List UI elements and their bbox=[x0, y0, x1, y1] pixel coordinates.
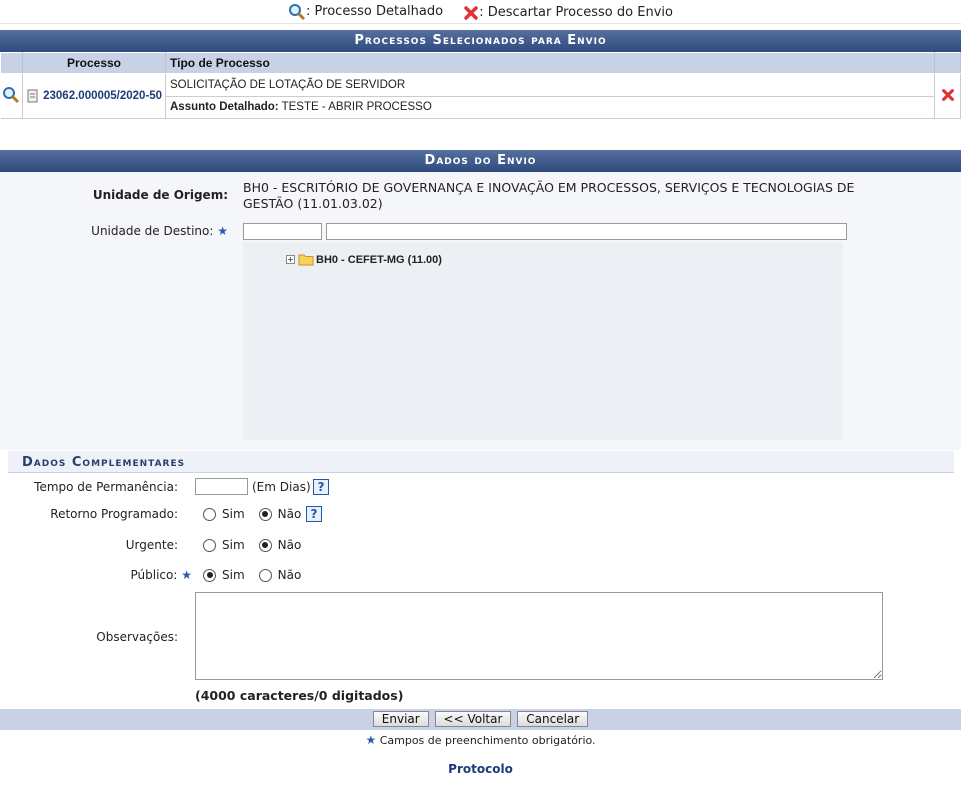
urgente-label: Urgente: bbox=[125, 538, 178, 552]
publico-label: Público: ★ bbox=[8, 568, 193, 582]
document-icon bbox=[27, 89, 38, 103]
process-type-cell: SOLICITAÇÃO DE LOTAÇÃO DE SERVIDOR bbox=[165, 73, 935, 97]
publico-nao-label: Não bbox=[277, 568, 302, 582]
cancelar-button[interactable]: Cancelar bbox=[517, 711, 589, 727]
unit-tree-panel: + BH0 - CEFET-MG (11.00) bbox=[243, 242, 843, 440]
retorno-nao-label: Não bbox=[277, 507, 302, 521]
urgente-options: Sim Não bbox=[203, 538, 301, 552]
red-x-icon bbox=[464, 6, 478, 20]
publico-options: Sim Não bbox=[203, 568, 301, 582]
help-icon[interactable]: ? bbox=[313, 479, 329, 495]
col-processo: Processo bbox=[22, 52, 166, 74]
retorno-label: Retorno Programado: bbox=[50, 507, 178, 521]
header-spacer-right bbox=[934, 52, 961, 74]
urgente-nao-radio[interactable] bbox=[258, 538, 272, 552]
required-note-text: Campos de preenchimento obrigatório. bbox=[379, 734, 596, 747]
destino-label-text: Unidade de Destino: bbox=[91, 224, 214, 238]
legend-detail: : Processo Detalhado bbox=[288, 0, 443, 24]
retorno-sim-radio[interactable] bbox=[203, 507, 216, 521]
tempo-unit: (Em Dias) bbox=[252, 480, 311, 494]
destino-label: Unidade de Destino: ★ bbox=[60, 224, 228, 238]
tree-node-label: BH0 - CEFET-MG (11.00) bbox=[316, 253, 442, 266]
complementares-title: Dados Complementares bbox=[22, 455, 186, 470]
protocolo-link[interactable]: Protocolo bbox=[448, 762, 513, 776]
obs-textarea[interactable] bbox=[195, 592, 883, 680]
urgente-sim-radio[interactable] bbox=[203, 538, 216, 552]
required-star-icon: ★ bbox=[365, 733, 377, 747]
destino-code-input[interactable] bbox=[243, 223, 322, 240]
urgente-sim-label: Sim bbox=[222, 538, 245, 552]
table-header-row: Processo Tipo de Processo bbox=[0, 52, 961, 74]
col-tipo: Tipo de Processo bbox=[165, 52, 935, 74]
magnifier-icon[interactable] bbox=[2, 86, 20, 104]
required-note: ★ Campos de preenchimento obrigatório. bbox=[0, 733, 961, 747]
detail-cell bbox=[0, 73, 23, 119]
header-spacer bbox=[0, 52, 23, 74]
origem-value: BH0 - ESCRITÓRIO DE GOVERNANÇA E INOVAÇÃ… bbox=[243, 180, 855, 211]
subject-value: TESTE - ABRIR PROCESSO bbox=[278, 101, 432, 114]
obs-label: Observações: bbox=[96, 630, 178, 644]
publico-sim-label: Sim bbox=[222, 568, 245, 582]
enviar-button[interactable]: Enviar bbox=[372, 711, 429, 727]
retorno-sim-label: Sim bbox=[222, 507, 245, 521]
table-row: 23062.000005/2020-50 SOLICITAÇÃO DE LOTA… bbox=[0, 73, 961, 119]
footer: Protocolo bbox=[0, 762, 961, 776]
publico-sim-radio[interactable] bbox=[203, 568, 216, 582]
envio-header: Dados do Envio bbox=[0, 150, 961, 172]
process-number-cell: 23062.000005/2020-50 bbox=[22, 73, 166, 119]
tempo-input[interactable] bbox=[195, 478, 248, 495]
retorno-nao-radio[interactable] bbox=[258, 507, 272, 521]
legend-discard-label: : Descartar Processo do Envio bbox=[479, 5, 673, 20]
folder-icon bbox=[298, 254, 314, 266]
voltar-button[interactable]: << Voltar bbox=[434, 711, 512, 727]
red-x-icon[interactable] bbox=[941, 88, 955, 102]
subject-label: Assunto Detalhado: bbox=[170, 101, 279, 114]
tree-node[interactable]: + BH0 - CEFET-MG (11.00) bbox=[286, 253, 442, 266]
help-icon[interactable]: ? bbox=[306, 506, 322, 522]
retorno-options: Sim Não bbox=[203, 507, 301, 521]
publico-label-text: Público: bbox=[130, 568, 178, 582]
required-star-icon: ★ bbox=[181, 568, 192, 582]
tempo-label: Tempo de Permanência: bbox=[34, 480, 178, 494]
origem-label: Unidade de Origem: bbox=[92, 188, 228, 202]
urgente-nao-label: Não bbox=[277, 538, 302, 552]
discard-cell bbox=[934, 73, 961, 119]
process-number-link[interactable]: 23062.000005/2020-50 bbox=[43, 90, 162, 102]
legend-bar: : Processo Detalhado : Descartar Process… bbox=[0, 0, 961, 24]
char-counter: (4000 caracteres/0 digitados) bbox=[195, 688, 404, 703]
legend-detail-label: : Processo Detalhado bbox=[306, 4, 444, 19]
selected-processes-header: Processos Selecionados para Envio bbox=[0, 30, 961, 52]
selected-processes-table: Processo Tipo de Processo 23062.000005/2… bbox=[0, 52, 961, 119]
destino-name-input[interactable] bbox=[326, 223, 847, 240]
magnifier-icon bbox=[289, 4, 306, 21]
required-star-icon: ★ bbox=[217, 224, 228, 238]
action-bar: Enviar << Voltar Cancelar bbox=[0, 709, 961, 730]
complementares-header: Dados Complementares bbox=[8, 451, 954, 473]
legend-discard: : Descartar Processo do Envio bbox=[463, 1, 673, 25]
subject-cell: Assunto Detalhado: TESTE - ABRIR PROCESS… bbox=[165, 96, 935, 119]
publico-nao-radio[interactable] bbox=[258, 568, 272, 582]
expand-icon[interactable]: + bbox=[286, 255, 295, 264]
